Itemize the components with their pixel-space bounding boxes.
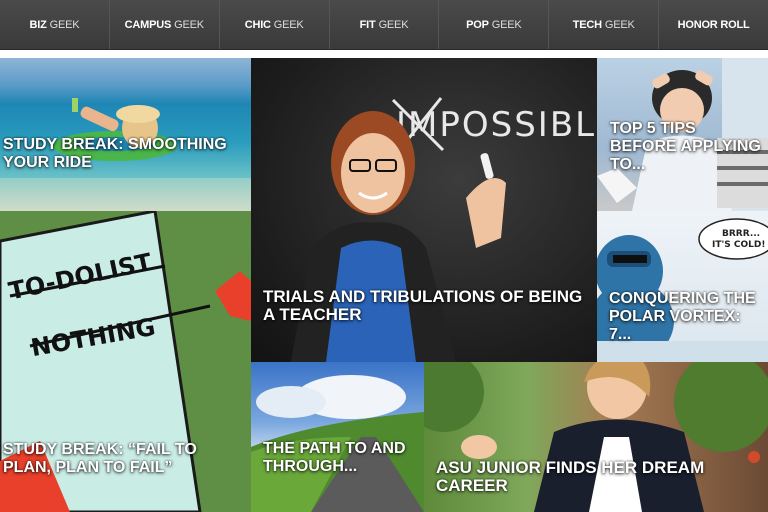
road-landscape-image	[251, 375, 424, 512]
tile-title: THE PATH TO AND THROUGH...	[263, 440, 406, 475]
bubble-text-1: BRRR...	[722, 229, 760, 239]
tile-title: STUDY BREAK: “FAIL TO PLAN, PLAN TO FAIL…	[3, 441, 197, 476]
nav-label-light: GEEK	[174, 18, 204, 31]
nav-label-light: GEEK	[273, 18, 304, 31]
nav-tech-geek[interactable]: TECH GEEK	[549, 0, 660, 49]
category-nav: BIZ GEEK CAMPUS GEEK CHIC GEEK FIT GEEK POP G…	[0, 0, 768, 50]
nav-chic-geek[interactable]: CHIC GEEK	[220, 0, 330, 49]
nav-biz-geek[interactable]: BIZ GEEK	[0, 0, 110, 49]
tile-title: TRIALS AND TRIBULATIONS OF BEING A TEACH…	[263, 287, 583, 324]
article-tile-top-5-tips[interactable]: TOP 5 TIPS BEFORE APPLYING TO...	[597, 58, 768, 211]
tile-title: ASU JUNIOR FINDS HER DREAM CAREER	[436, 458, 705, 495]
nav-label-light: GEEK	[491, 18, 522, 31]
beach-float-image	[0, 98, 251, 211]
tile-title: CONQUERING THE POLAR VORTEX: 7...	[609, 290, 756, 343]
article-tile-fail-to-plan[interactable]: TO-DOLIST NOTHING STUDY BREAK: “FAIL TO …	[0, 211, 251, 512]
tile-title: TOP 5 TIPS BEFORE APPLYING TO...	[610, 120, 761, 173]
nav-pop-geek[interactable]: POP GEEK	[439, 0, 550, 49]
article-tile-path-to-and-through[interactable]: THE PATH TO AND THROUGH...	[251, 362, 424, 512]
article-tile-smoothing-your-ride[interactable]: STUDY BREAK: SMOOTHING YOUR RIDE	[0, 58, 251, 211]
article-tile-asu-junior-dream-career[interactable]: ASU JUNIOR FINDS HER DREAM CAREER	[424, 362, 768, 512]
chalkboard-text: IMPOSSIBLE	[396, 105, 597, 145]
article-tile-trials-of-teacher[interactable]: IMPOSSIBLE TRIALS AND TRIBULATIONS OF BE…	[251, 58, 597, 362]
nav-label-bold: HONOR ROLL	[677, 18, 750, 31]
nav-label-light: GEEK	[604, 18, 635, 31]
nav-label-bold: FIT	[359, 18, 376, 31]
nav-honor-roll[interactable]: HONOR ROLL	[659, 0, 768, 49]
nav-label-bold: POP	[466, 18, 489, 31]
nav-label-bold: TECH	[572, 18, 602, 31]
nav-label-light: GEEK	[378, 18, 409, 31]
tile-title: STUDY BREAK: SMOOTHING YOUR RIDE	[3, 136, 227, 171]
article-tile-polar-vortex[interactable]: BRRR... IT'S COLD! CONQUERING THE POLAR …	[597, 211, 768, 362]
nav-label-bold: BIZ	[29, 18, 47, 31]
bubble-text-2: IT'S COLD!	[712, 240, 765, 250]
nav-label-light: GEEK	[49, 18, 80, 31]
nav-fit-geek[interactable]: FIT GEEK	[330, 0, 440, 49]
nav-label-bold: CAMPUS	[124, 18, 172, 31]
nav-campus-geek[interactable]: CAMPUS GEEK	[110, 0, 220, 49]
nav-spacer	[0, 50, 768, 58]
nav-label-bold: CHIC	[244, 18, 271, 31]
